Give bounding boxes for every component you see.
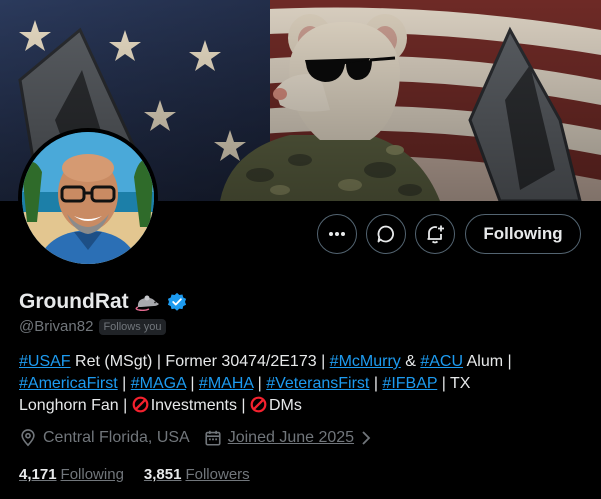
bio-text: & [400,353,421,370]
location-pin-icon [21,429,35,447]
following-count: 4,171 [19,466,57,483]
chevron-right-icon [362,431,371,445]
more-dots-icon [329,232,345,236]
rat-emoji-icon [135,295,159,311]
followers-link[interactable]: 3,851 Followers [144,466,250,483]
hashtag-link[interactable]: #MAGA [131,375,186,392]
bio-text: Longhorn Fan | [19,397,132,414]
hashtag-link[interactable]: #AmericaFirst [19,375,118,392]
hashtag-link[interactable]: #VeteransFirst [266,375,369,392]
display-name: GroundRat [19,290,129,313]
message-bubble-icon [377,225,394,243]
location-text: Central Florida, USA [43,429,190,446]
following-button[interactable]: Following [465,214,581,254]
avatar-image [22,132,154,264]
joined-date[interactable]: Joined June 2025 [204,429,372,447]
bio-line-2: #AmericaFirst | #MAGA | #MAHA | #Veteran… [19,373,579,395]
following-label: Following [60,466,124,483]
joined-text[interactable]: Joined June 2025 [228,429,354,447]
bio-text: | TX [437,375,471,392]
bio-text: | [117,375,131,392]
bio-text: Ret (MSgt) | Former 30474/2E173 | [70,353,330,370]
prohibited-icon [132,396,149,413]
hashtag-link[interactable]: #IFBAP [382,375,437,392]
bio-line-3: Longhorn Fan | Investments | DMs [19,395,579,417]
bio-text: Alum | [463,353,512,370]
notify-button[interactable] [415,214,455,254]
bio: #USAF Ret (MSgt) | Former 30474/2E173 | … [19,351,579,417]
bio-text: DMs [269,397,302,414]
following-link[interactable]: 4,171 Following [19,466,124,483]
bio-line-1: #USAF Ret (MSgt) | Former 30474/2E173 | … [19,351,579,373]
avatar[interactable] [18,128,158,268]
more-button[interactable] [317,214,357,254]
message-button[interactable] [366,214,406,254]
hashtag-link[interactable]: #USAF [19,353,71,370]
bell-plus-icon [427,225,444,244]
name-row: GroundRat [19,290,187,314]
followers-label: Followers [185,466,250,483]
follow-stats: 4,171 Following 3,851 Followers [19,466,250,483]
followers-count: 3,851 [143,466,182,483]
user-handle: @Brivan82 [19,318,94,335]
calendar-icon [205,430,221,446]
hashtag-link[interactable]: #ACU [420,353,463,370]
hashtag-link[interactable]: #MAHA [199,375,253,392]
bio-text: | [185,375,199,392]
bio-text: | [369,375,383,392]
hashtag-link[interactable]: #McMurry [330,353,401,370]
verified-badge-icon[interactable] [167,292,187,312]
prohibited-icon [250,396,267,413]
handle-row: @Brivan82 Follows you [19,318,166,335]
bio-text: | [253,375,267,392]
bio-text: Investments [150,397,237,414]
profile-meta: Central Florida, USA Joined June 2025 [19,429,386,447]
location: Central Florida, USA [19,429,190,447]
bio-text: | [236,397,250,414]
follows-you-badge: Follows you [99,318,166,335]
